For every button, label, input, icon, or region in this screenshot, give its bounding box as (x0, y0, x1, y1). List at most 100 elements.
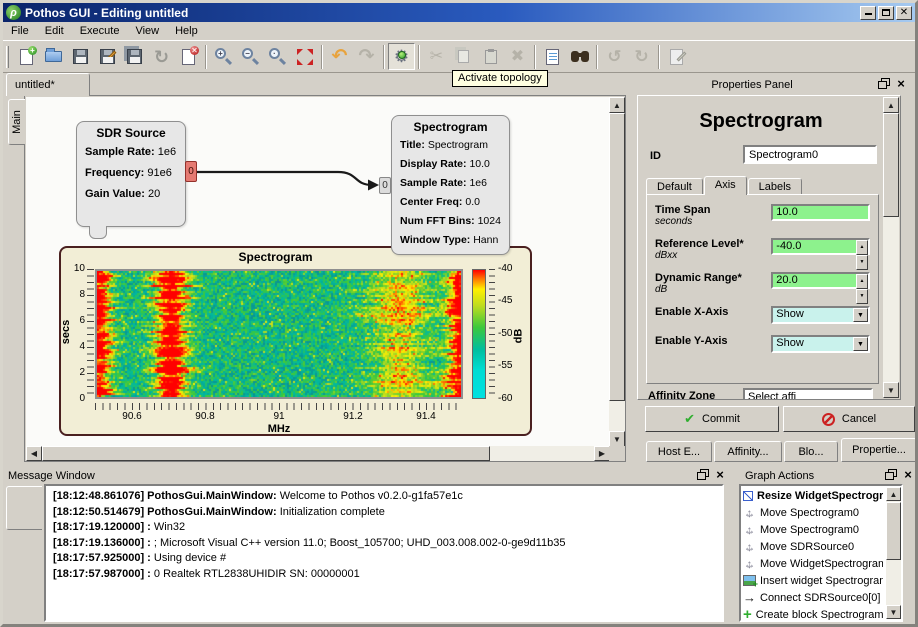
scroll-left-button[interactable]: ◀ (26, 446, 42, 461)
block-bottom-nub[interactable] (89, 226, 107, 239)
menu-edit[interactable]: Edit (37, 23, 72, 39)
toolbar-grip[interactable] (6, 46, 9, 68)
scroll-thumb[interactable] (42, 446, 490, 461)
close-topology-button[interactable]: ✕ (175, 43, 202, 70)
block-title: SDR Source (85, 126, 177, 140)
rotate-left-button[interactable]: ↺ (601, 43, 628, 70)
tab-properties[interactable]: Propertie... (841, 438, 917, 462)
spin-buttons[interactable]: ▲▼ (856, 240, 868, 253)
dropdown-arrow-icon[interactable]: ▼ (853, 337, 868, 351)
zoom-original-button[interactable]: · (264, 43, 291, 70)
undo-button[interactable]: ↶ (326, 43, 353, 70)
action-item-move[interactable]: ↔↕Move Spectrogram0 (743, 504, 883, 521)
editor-vertical-scrollbar[interactable]: ▲ ▼ (609, 97, 625, 447)
open-topology-button[interactable] (40, 43, 67, 70)
graph-actions-header[interactable]: Graph Actions (745, 468, 814, 484)
dock-close-icon[interactable]: × (902, 469, 914, 480)
dock-close-icon[interactable]: × (714, 469, 726, 480)
dynamic-range-spinbox[interactable]: 20.0 ▲▼ (771, 272, 870, 289)
colorbar (472, 269, 486, 399)
id-input[interactable]: Spectrogram0 (743, 145, 877, 164)
dock-float-icon[interactable] (697, 469, 709, 480)
cut-button[interactable]: ✂ (423, 43, 450, 70)
move-icon: ↔↕ (743, 523, 756, 536)
action-item-move[interactable]: ↔↕Move Spectrogram0 (743, 521, 883, 538)
output-port-0[interactable]: 0 (185, 161, 197, 182)
title-bar[interactable]: ρ Pothos GUI - Editing untitled ✕ (3, 3, 915, 22)
tab-labels[interactable]: Labels (748, 178, 802, 195)
input-port-0[interactable]: 0 (379, 177, 391, 194)
delete-button[interactable]: ✖ (504, 43, 531, 70)
scroll-thumb[interactable] (883, 113, 899, 217)
close-button[interactable]: ✕ (896, 6, 912, 20)
action-item-insert-widget[interactable]: Insert widget Spectrogram0 (743, 572, 883, 589)
message-window-side-tab[interactable] (6, 486, 42, 530)
maximize-button[interactable] (878, 6, 894, 20)
copy-button[interactable] (450, 43, 477, 70)
affinity-zone-dropdown[interactable]: Select affi (743, 388, 873, 400)
activate-topology-button[interactable]: ⚙ (388, 43, 415, 70)
menu-help[interactable]: Help (167, 23, 206, 39)
action-item-connect[interactable]: →Connect SDRSource0[0] to Sp (743, 589, 883, 606)
spin-buttons[interactable]: ▲▼ (856, 274, 868, 287)
show-rendered-graph-button[interactable] (539, 43, 566, 70)
action-item-resize[interactable]: Resize WidgetSpectrogram0 (743, 487, 883, 504)
scroll-up-button[interactable]: ▲ (609, 97, 625, 113)
minimize-button[interactable] (860, 6, 876, 20)
dropdown-arrow-icon[interactable]: ▼ (853, 308, 868, 322)
scroll-up-button[interactable]: ▲ (886, 487, 901, 501)
graph-canvas[interactable]: SDR Source Sample Rate: 1e6 Frequency: 9… (26, 97, 610, 447)
paste-button[interactable] (477, 43, 504, 70)
block-sdr-source[interactable]: SDR Source Sample Rate: 1e6 Frequency: 9… (76, 121, 186, 227)
action-item-move[interactable]: ↔↕Move WidgetSpectrogram0 (743, 555, 883, 572)
zoom-in-button[interactable]: + (210, 43, 237, 70)
editor-horizontal-scrollbar[interactable]: ◀ ▶ (26, 446, 610, 461)
dock-float-icon[interactable] (885, 469, 897, 480)
message-window-header[interactable]: Message Window (8, 468, 95, 484)
enable-x-axis-dropdown[interactable]: Show ▼ (771, 306, 870, 324)
zoom-out-button[interactable]: − (237, 43, 264, 70)
scroll-right-button[interactable]: ▶ (594, 446, 610, 461)
dock-float-icon[interactable] (878, 78, 890, 89)
rotate-right-button[interactable]: ↻ (628, 43, 655, 70)
message-log[interactable]: [18:12:48.861076] PothosGui.MainWindow: … (44, 484, 724, 622)
tab-host-explorer[interactable]: Host E... (646, 441, 712, 462)
block-spectrogram[interactable]: Spectrogram Title: Spectrogram Display R… (391, 115, 510, 255)
edit-properties-button[interactable] (663, 43, 690, 70)
reference-level-spinbox[interactable]: -40.0 ▲▼ (771, 238, 870, 255)
tab-affinity[interactable]: Affinity... (714, 441, 782, 462)
find-button[interactable] (566, 43, 593, 70)
reload-topology-button[interactable]: ↻ (148, 43, 175, 70)
action-item-create-block[interactable]: +Create block Spectrogram (743, 606, 883, 622)
save-all-topologies-button[interactable] (121, 43, 148, 70)
redo-button[interactable]: ↷ (353, 43, 380, 70)
time-span-input[interactable]: 10.0 (771, 204, 870, 221)
scroll-down-button[interactable]: ▼ (609, 431, 625, 447)
cancel-button[interactable]: Cancel (783, 406, 915, 432)
graph-actions-scrollbar[interactable]: ▲ ▼ (886, 487, 901, 619)
fullscreen-button[interactable] (291, 43, 318, 70)
save-topology-button[interactable] (67, 43, 94, 70)
scroll-down-button[interactable]: ▼ (886, 605, 901, 619)
tab-default[interactable]: Default (646, 178, 703, 195)
properties-scrollbar[interactable]: ▲ ▼ (883, 97, 899, 398)
scroll-thumb[interactable] (886, 502, 901, 560)
tab-untitled[interactable]: untitled* (6, 73, 90, 96)
menu-view[interactable]: View (127, 23, 167, 39)
menu-file[interactable]: File (3, 23, 37, 39)
action-item-move[interactable]: ↔↕Move SDRSource0 (743, 538, 883, 555)
save-as-topology-button[interactable] (94, 43, 121, 70)
scroll-down-button[interactable]: ▼ (883, 382, 899, 398)
menu-execute[interactable]: Execute (72, 23, 128, 39)
scroll-up-button[interactable]: ▲ (883, 97, 899, 113)
scroll-thumb[interactable] (609, 113, 625, 401)
enable-y-axis-dropdown[interactable]: Show ▼ (771, 335, 870, 353)
properties-dock-header[interactable]: Properties Panel (632, 77, 872, 93)
spectrogram-widget[interactable]: Spectrogram secs 10 8 6 4 2 0 90.6 90.8 … (59, 246, 532, 436)
commit-button[interactable]: ✔ Commit (645, 406, 779, 432)
new-topology-button[interactable]: + (13, 43, 40, 70)
tab-block-tree[interactable]: Blo... (784, 441, 838, 462)
tab-main-page[interactable]: Main (8, 99, 25, 145)
tab-axis[interactable]: Axis (704, 176, 747, 195)
dock-close-icon[interactable]: × (895, 78, 907, 89)
